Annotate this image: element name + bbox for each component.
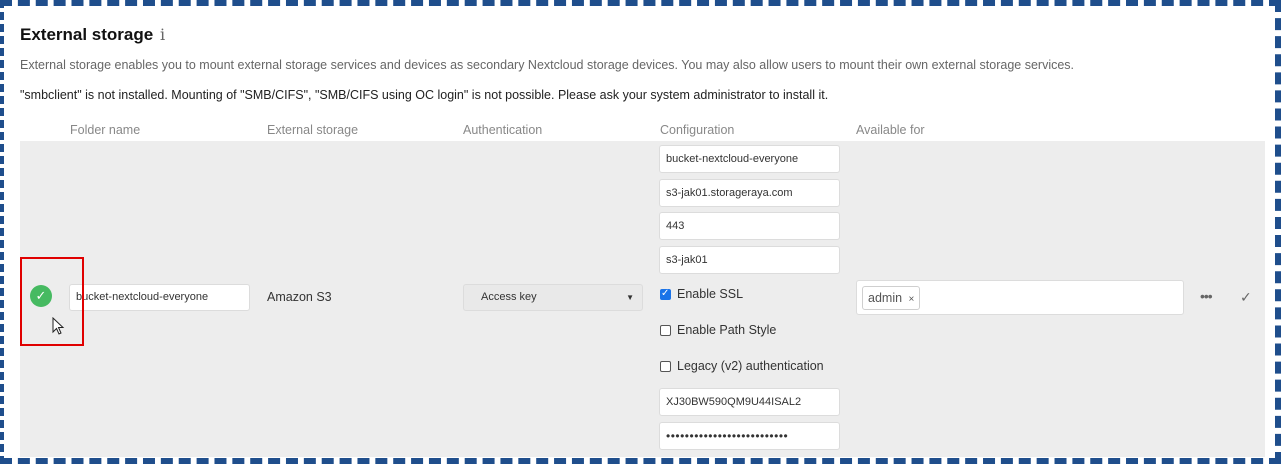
user-tag: admin × [862,286,921,310]
legacy-auth-checkbox[interactable] [660,360,671,372]
path-style-option[interactable]: Enable Path Style [660,323,776,337]
path-style-checkbox[interactable] [660,324,671,336]
legacy-auth-option[interactable]: Legacy (v2) authentication [660,359,824,373]
smbclient-warning: "smbclient" is not installed. Mounting o… [20,88,829,102]
path-style-label: Enable Path Style [677,323,777,337]
port-field[interactable]: 443 [659,212,840,240]
save-check-icon[interactable]: ✓ [1240,289,1252,306]
column-header-available-for: Available for [856,123,925,137]
more-options-icon[interactable]: ••• [1200,288,1213,304]
authentication-select-value: Access key [481,291,537,303]
enable-ssl-option[interactable]: Enable SSL [660,287,743,301]
folder-name-input[interactable]: bucket-nextcloud-everyone [69,284,250,311]
enable-ssl-label: Enable SSL [677,287,744,301]
mouse-cursor-icon [52,317,65,335]
access-key-field[interactable]: XJ30BW590QM9U44ISAL2 [659,388,840,416]
column-header-folder-name: Folder name [70,123,141,137]
legacy-auth-label: Legacy (v2) authentication [677,359,824,373]
section-description: External storage enables you to mount ex… [20,58,1075,72]
info-icon[interactable]: i [160,25,165,44]
region-field[interactable]: s3-jak01 [659,246,840,274]
page-title: External storage [20,25,154,44]
chevron-down-icon: ▼ [626,293,634,302]
hostname-field[interactable]: s3-jak01.storageraya.com [659,179,840,207]
column-header-configuration: Configuration [660,123,735,137]
column-header-external-storage: External storage [267,123,359,137]
column-header-authentication: Authentication [463,123,543,137]
enable-ssl-checkbox[interactable] [660,287,671,301]
external-storage-type: Amazon S3 [267,290,332,304]
secret-key-field[interactable]: •••••••••••••••••••••••••• [659,422,840,450]
remove-tag-icon[interactable]: × [909,294,915,305]
user-tag-label: admin [868,291,903,305]
available-for-input[interactable]: admin × [856,280,1184,315]
authentication-select[interactable]: Access key ▼ [463,284,643,311]
bucket-field[interactable]: bucket-nextcloud-everyone [659,145,840,173]
